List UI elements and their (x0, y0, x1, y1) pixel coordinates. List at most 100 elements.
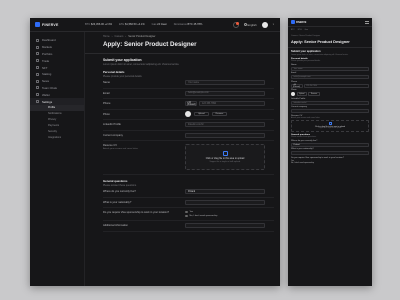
name-input[interactable]: Your name (185, 80, 265, 85)
dropzone-text: Click or drag file to this area to uploa… (205, 157, 245, 160)
field-label: Current company (103, 133, 123, 137)
form-row-photo: Photo Upload Remove (288, 88, 372, 96)
staking-icon (36, 72, 39, 76)
company-input[interactable] (185, 132, 265, 138)
trade-icon (36, 59, 39, 63)
form-row-phone: Phone +44 (Poland) 123 456 7890 (103, 99, 274, 110)
field-label: Phone (291, 80, 298, 83)
upload-photo-button[interactable]: Upload (194, 111, 209, 116)
avatar[interactable] (261, 21, 268, 28)
sidebar-item-trade[interactable]: Trade (30, 57, 84, 64)
field-label: Email (103, 91, 110, 95)
sidebar-subitem-integrations[interactable]: Integrations (30, 135, 84, 141)
dropzone-subtext: Support for a single or bulk upload. (209, 161, 241, 163)
menu-icon[interactable] (365, 20, 369, 24)
location-select[interactable]: Poland (185, 189, 265, 194)
remove-photo-button[interactable]: Remove (308, 92, 320, 96)
logo-icon (291, 20, 295, 24)
form-row-name: Name Your name (288, 62, 372, 71)
form-row-additional: Additional information (103, 221, 274, 232)
nationality-input[interactable] (185, 199, 265, 205)
email-input[interactable]: hello@example.com (185, 90, 265, 96)
field-label: Phone (103, 102, 111, 105)
sidebar-item-dashboard[interactable]: Dashboard (30, 37, 84, 44)
visa-option-no[interactable]: No, I don't need sponsorship (291, 162, 369, 164)
sidebar-item-label: Team Chats (42, 85, 57, 90)
sidebar-item-label: NFT (42, 65, 48, 70)
wallet-icon (36, 93, 39, 97)
sidebar-item-nft[interactable]: NFT (30, 64, 84, 71)
page-title: Apply: Senior Product Designer (103, 41, 197, 48)
sidebar-item-label: Portfolio (42, 51, 53, 56)
upload-icon (222, 151, 228, 156)
breadcrumb-item[interactable]: Careers (115, 35, 124, 38)
form-row-resume: Resume CV Attach your resume and cover le… (288, 113, 372, 132)
field-label: What is your nationality? (291, 148, 314, 150)
sidebar-item-label: Markets (42, 45, 52, 50)
form-row-linkedin: LinkedIn Profile linkedin.com/in/ (103, 120, 274, 131)
upload-photo-button[interactable]: Upload (296, 92, 307, 96)
form-row-resume: Resume CV Attach your resume and cover le… (103, 141, 274, 175)
field-label: Do you require Visa sponsorship to work … (103, 211, 170, 214)
sidebar-item-wallet[interactable]: Wallet (30, 91, 84, 98)
linkedin-input[interactable]: linkedin.com/in/ (185, 122, 265, 127)
phone-input[interactable]: 123 456 7890 (199, 101, 265, 106)
photo-avatar (291, 92, 295, 96)
field-label: LinkedIn Profile (291, 97, 306, 100)
globe-icon (243, 23, 247, 26)
form-row-linkedin: LinkedIn Profile linkedin.com/in/ (288, 96, 372, 105)
sidebar-item-team-chats[interactable]: Team Chats (30, 85, 84, 92)
sidebar-item-settings[interactable]: Settings (30, 98, 84, 105)
field-label: LinkedIn Profile (103, 123, 121, 126)
chevron-down-icon[interactable]: ▾ (273, 23, 274, 26)
stat: Gas 24 Gwei (151, 23, 167, 26)
additional-info-input[interactable] (185, 223, 265, 228)
visa-option-no[interactable]: No, I don't need sponsorship (185, 214, 217, 218)
sidebar-item-news[interactable]: News (30, 78, 84, 85)
language-selector[interactable]: English (243, 23, 257, 27)
stat: BTC (291, 29, 295, 31)
brand[interactable]: FINERVE (291, 20, 306, 24)
field-label: Email (291, 72, 297, 74)
resume-dropzone[interactable]: Click or drag file to this area to uploa… (291, 119, 369, 132)
photo-avatar (185, 110, 191, 117)
breadcrumb-separator: › (125, 35, 127, 38)
field-label: Name (291, 63, 297, 66)
dropzone-subtext: Support for a single or bulk upload. (318, 128, 342, 130)
field-label: Current company (291, 106, 307, 108)
radio-icon (185, 210, 188, 214)
form-title: Submit your application (103, 58, 142, 62)
form-row-phone: Phone +44 (Poland) 123 456 7890 (288, 79, 372, 88)
sidebar-item-staking[interactable]: Staking (30, 71, 84, 78)
logo-icon (35, 22, 40, 27)
form-row-company: Current company (103, 131, 274, 141)
sidebar: Dashboard Markets Portfolio Trade NFT St… (30, 32, 85, 286)
phone-input[interactable]: 123 456 7890 (304, 83, 369, 88)
breadcrumb-item[interactable]: Home (103, 35, 110, 38)
field-label: Do you require Visa sponsorship to work … (291, 156, 344, 159)
markets-icon (36, 45, 39, 49)
resume-dropzone[interactable]: Click or drag file to this area to uploa… (185, 144, 265, 170)
sidebar-item-markets[interactable]: Markets (30, 44, 84, 51)
desktop-window: FINERVE BTC $23,456.00 +2.3% ETH $1,582.… (30, 18, 280, 286)
stat: ETH (297, 29, 302, 31)
sidebar-item-label: Settings (42, 99, 53, 104)
country-code-select[interactable]: +44 (Poland) (291, 83, 303, 88)
sidebar-item-label: Trade (42, 58, 50, 63)
breadcrumb-separator: › (111, 35, 113, 38)
form-row-email: Email hello@example.com (288, 71, 372, 79)
form-row-photo: Photo Upload Remove (103, 110, 274, 120)
market-stats: BTC $23,456.00 +2.3% ETH $1,582.50 +4.1%… (85, 23, 233, 26)
brand[interactable]: FINERVE (30, 22, 85, 27)
bell-icon[interactable] (232, 21, 239, 28)
gear-icon (36, 100, 39, 104)
notification-dot (235, 21, 239, 25)
radio-icon (185, 214, 188, 218)
country-code-select[interactable]: +44 (Poland) (185, 101, 197, 106)
field-label: Photo (291, 89, 297, 91)
news-icon (36, 79, 39, 83)
remove-photo-button[interactable]: Remove (211, 111, 228, 116)
nft-icon (36, 66, 39, 70)
main-content: Home › Careers › Senior Product Designer… (85, 32, 280, 286)
sidebar-item-portfolio[interactable]: Portfolio (30, 51, 84, 58)
